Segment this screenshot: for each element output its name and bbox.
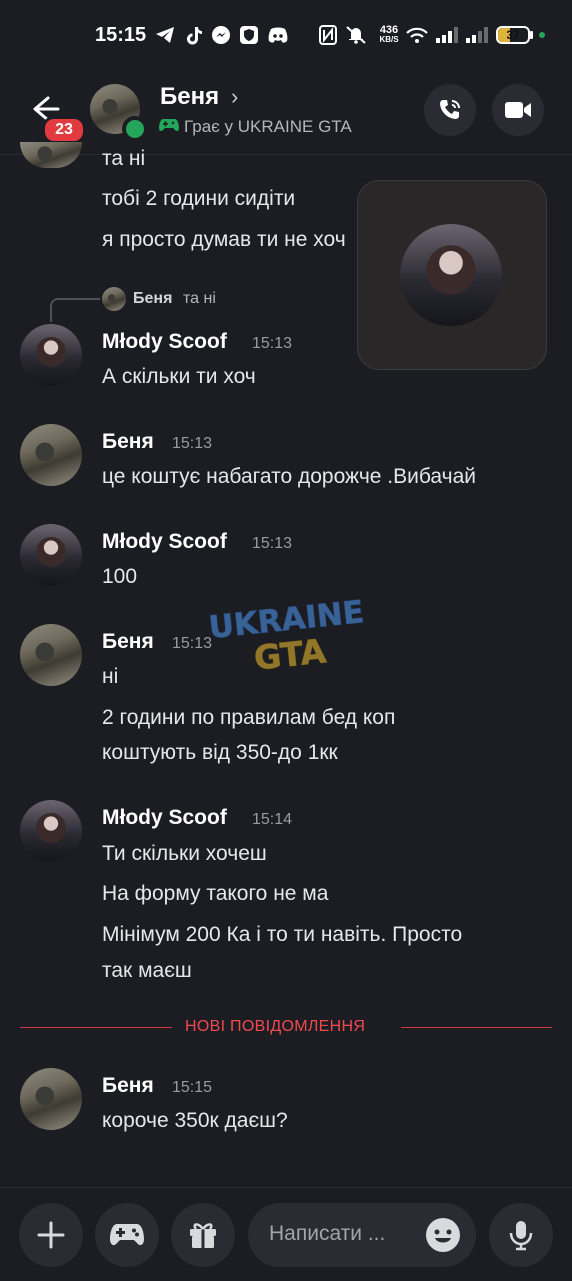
message-line: А скільки ти хоч [102,365,256,388]
voice-message-button[interactable] [489,1203,553,1267]
signal-icon [464,25,490,45]
reply-text[interactable]: та ні [183,290,216,308]
message-author[interactable]: Młody Scoof [102,806,227,830]
phone-icon [440,100,460,119]
video-call-button[interactable] [492,84,544,136]
network-speed-value: 436 [379,24,399,36]
message-avatar[interactable] [20,142,82,168]
message-timestamp: 15:14 [252,811,293,828]
channel-name[interactable]: Беня [160,83,219,111]
activity-status: Грає у UKRAINE GTA [184,117,352,136]
message-line: Мінімум 200 Ка і то ти навіть. Просто [102,923,463,946]
nfc-icon [318,25,338,45]
message-line: ні [102,665,119,688]
battery-level: 37 [506,28,520,42]
message-avatar[interactable] [20,524,82,586]
network-speed-unit: KB/S [379,35,399,44]
message-line: Ти скільки хочеш [102,842,267,865]
message-avatar[interactable] [20,624,82,686]
message-line: 2 години по правилам бед коп [102,706,396,729]
gift-button[interactable] [171,1203,235,1267]
network-speed: 436 KB/S [376,25,402,45]
message-line: та ні [102,147,146,170]
status-time: 15:15 [95,24,147,46]
message-author[interactable]: Беня [102,430,154,454]
message-line: я просто думав ти не хоч [102,228,346,251]
charging-dot [539,32,545,38]
new-messages-divider: НОВІ ПОВІДОМЛЕННЯ [185,1018,366,1035]
add-attachment-button[interactable] [19,1203,83,1267]
message-timestamp: 15:13 [172,635,213,652]
message-line: На форму такого не ма [102,882,329,905]
mute-icon [344,25,368,45]
message-timestamp: 15:13 [252,535,293,552]
ukraine-gta-watermark: UKRAINE GTA [207,594,368,683]
message-line: короче 350к даєш? [102,1109,288,1132]
voice-call-button[interactable] [424,84,476,136]
gamepad-icon [110,1224,144,1246]
floating-card-avatar [400,224,502,326]
vpn-shield-icon [238,25,260,45]
video-camera-icon [505,102,531,118]
battery-tip [530,31,533,39]
gamepad-icon [159,117,179,135]
online-status-dot [122,116,148,142]
message-line: це коштує набагато дорожче .Вибачай [102,465,476,488]
message-timestamp: 15:13 [252,335,293,352]
battery-icon: 37 [496,26,530,44]
messenger-icon [210,25,232,45]
reply-avatar [102,287,126,311]
message-line: 100 [102,565,138,588]
emoji-button[interactable] [424,1216,462,1254]
message-avatar[interactable] [20,800,82,862]
discord-icon [266,25,290,45]
message-author[interactable]: Młody Scoof [102,330,227,354]
message-timestamp: 15:15 [172,1079,213,1096]
message-author[interactable]: Беня [102,1074,154,1098]
microphone-icon [509,1221,533,1251]
message-avatar[interactable] [20,424,82,486]
smiley-icon [426,1218,460,1252]
chat-header [0,70,572,155]
unread-badge: 23 [42,116,86,144]
tiktok-icon [184,25,204,45]
message-avatar[interactable] [20,324,82,386]
signal-icon [434,25,460,45]
message-line: так маєш [102,959,192,982]
watermark-line2: GTA [252,631,328,677]
chevron-right-icon[interactable]: › [231,84,238,110]
message-author[interactable]: Беня [102,630,154,654]
message-line: тобі 2 години сидіти [102,187,296,210]
message-author[interactable]: Młody Scoof [102,530,227,554]
message-line: коштують від 350-до 1кк [102,741,338,764]
new-messages-divider-line [20,1027,172,1028]
message-timestamp: 15:13 [172,435,213,452]
reply-connector [50,298,100,322]
message-avatar[interactable] [20,1068,82,1130]
telegram-icon [154,25,176,45]
gift-icon [190,1223,216,1248]
activities-button[interactable] [95,1203,159,1267]
plus-icon [37,1221,65,1249]
message-input-placeholder: Написати ... [269,1222,386,1245]
wifi-icon [404,25,430,45]
reply-author[interactable]: Беня [133,290,172,308]
new-messages-divider-line [401,1027,552,1028]
